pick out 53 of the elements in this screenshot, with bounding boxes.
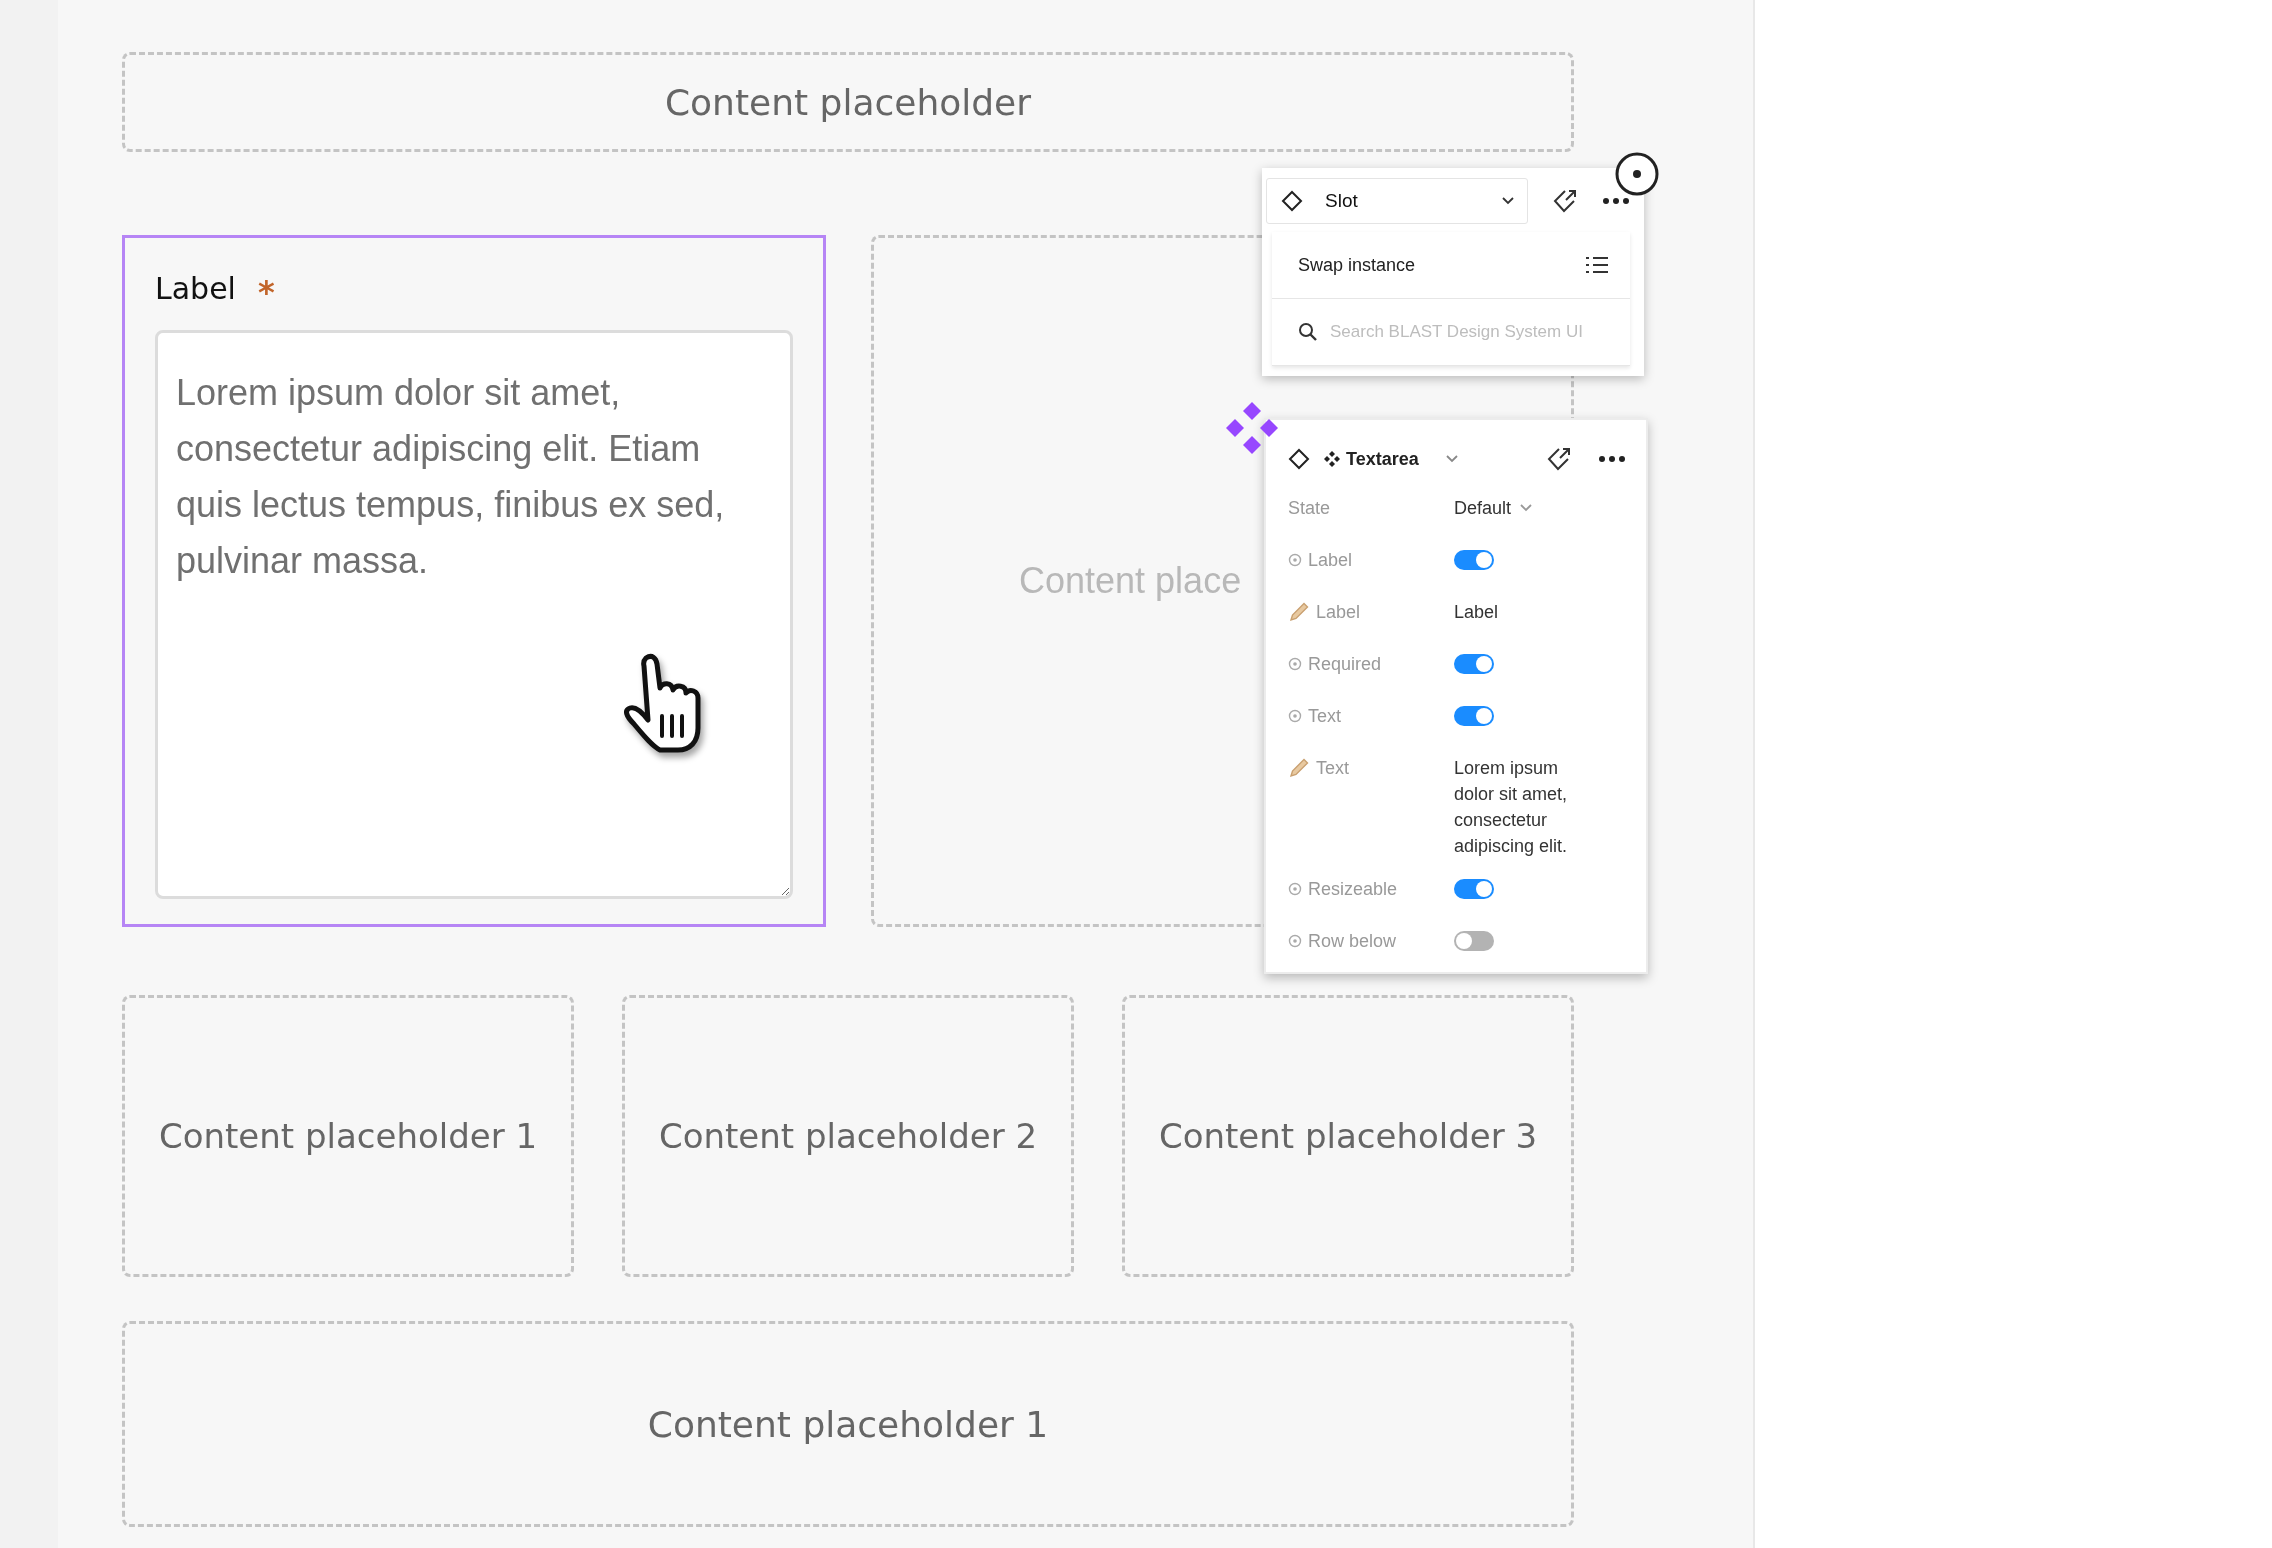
textarea-field[interactable]: Lorem ipsum dolor sit amet, consectetur adipiscing elit. Etiam quis lectus tempus, finibus ex sed, pulvinar massa.: [155, 330, 793, 899]
more-icon[interactable]: [1598, 455, 1626, 463]
target-icon: [1288, 657, 1302, 671]
component-badge-icon: [1224, 400, 1280, 456]
detach-icon[interactable]: [1546, 446, 1572, 472]
target-icon: [1288, 882, 1302, 896]
toggle-switch[interactable]: [1454, 706, 1494, 726]
placeholder-text: Content placeholder 1: [647, 1403, 1049, 1445]
placeholder-text: Content placeholder 2: [658, 1116, 1038, 1156]
property-value[interactable]: Lorem ipsum dolor sit amet, consectetur adipiscing elit.: [1454, 748, 1589, 869]
property-label: Label: [1316, 601, 1361, 623]
variant-dropdown[interactable]: Default: [1454, 497, 1534, 519]
list-icon[interactable]: [1586, 255, 1608, 275]
component-dropdown[interactable]: Textarea: [1324, 448, 1459, 470]
chevron-down-icon: [1519, 503, 1534, 513]
detach-icon[interactable]: [1552, 188, 1578, 214]
slot-dropdown[interactable]: Slot: [1266, 178, 1528, 224]
slot-name: Slot: [1325, 190, 1359, 212]
component-name: Textarea: [1346, 448, 1419, 470]
popup-title: Swap instance: [1298, 254, 1416, 276]
search-field[interactable]: Search BLAST Design System UI: [1330, 322, 1615, 342]
more-icon[interactable]: [1602, 197, 1630, 205]
property-label: Required: [1308, 653, 1382, 675]
diamond-icon: [1288, 448, 1310, 470]
chevron-down-icon: [1501, 196, 1515, 206]
component-icon: [1324, 451, 1340, 467]
field-label: Label: [155, 270, 236, 306]
property-label: State: [1288, 497, 1331, 519]
search-icon: [1298, 322, 1318, 342]
toggle-switch[interactable]: [1454, 931, 1494, 951]
target-icon: [1288, 553, 1302, 567]
pencil-icon: [1288, 601, 1310, 623]
diamond-icon: [1281, 190, 1303, 212]
placeholder-text: Content placeholder: [664, 81, 1032, 123]
target-icon: [1288, 934, 1302, 948]
toggle-switch[interactable]: [1454, 654, 1494, 674]
placeholder-text: Content placeholder 3: [1158, 1116, 1538, 1156]
toggle-switch[interactable]: [1454, 879, 1494, 899]
selection-handle-icon[interactable]: [1614, 151, 1660, 197]
property-label: Text: [1308, 705, 1341, 727]
property-label: Resizeable: [1308, 878, 1398, 900]
property-label: Row below: [1308, 930, 1397, 952]
textarea-component[interactable]: Label * Lorem ipsum dolor sit amet, consectetur adipiscing elit. Etiam quis lectus tempus, finibus ex sed, pulvinar massa.: [122, 235, 826, 927]
property-label: Text: [1316, 757, 1349, 779]
property-label: Label: [1308, 549, 1353, 571]
property-value[interactable]: Label: [1454, 592, 1589, 635]
placeholder-text: Content placeholder 1: [158, 1116, 538, 1156]
chevron-down-icon: [1444, 454, 1459, 464]
placeholder-text: Content place: [1019, 560, 1242, 602]
required-mark: *: [257, 273, 275, 311]
toggle-switch[interactable]: [1454, 550, 1494, 570]
target-icon: [1288, 709, 1302, 723]
pencil-icon: [1288, 757, 1310, 779]
